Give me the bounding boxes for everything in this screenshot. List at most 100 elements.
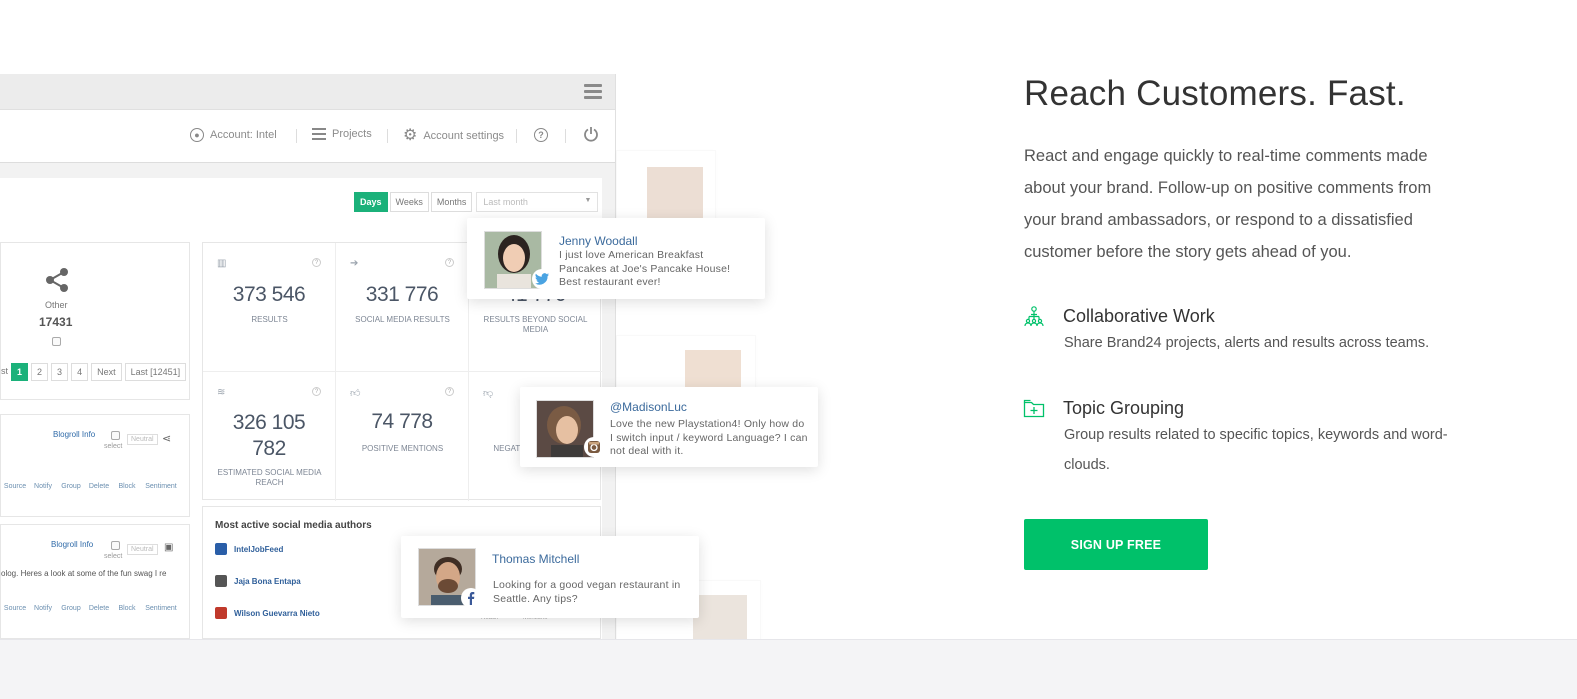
feature-title: Topic Grouping — [1063, 398, 1185, 418]
facebook-icon — [461, 588, 481, 608]
action-delete[interactable]: Delete — [85, 483, 113, 490]
stat-label: ESTIMATED SOCIAL MEDIA REACH — [217, 468, 322, 487]
action-notify[interactable]: Notify — [29, 483, 57, 490]
months-button[interactable]: Months — [430, 192, 473, 212]
stat-value: 326 105 782 — [232, 411, 306, 460]
projects-menu[interactable]: Projects — [312, 128, 372, 140]
date-range-select[interactable]: Last month — [476, 192, 599, 212]
mention-checkbox[interactable] — [111, 541, 120, 550]
share-icon — [46, 268, 68, 292]
author-item[interactable]: Wilson Guevarra Nieto — [215, 607, 320, 619]
action-group[interactable]: Group — [57, 605, 85, 612]
help-icon[interactable]: ? — [445, 387, 454, 396]
page-next[interactable]: Next — [91, 363, 122, 381]
section-title: Reach Customers. Fast. — [1024, 74, 1406, 113]
help-icon[interactable]: ? — [445, 258, 454, 267]
source-checkbox[interactable] — [52, 337, 61, 346]
page-3[interactable]: 3 — [51, 363, 69, 381]
comment-card[interactable]: @MadisonLuc Love the new Playstation4! O… — [520, 387, 818, 467]
authors-title: Most active social media authors — [215, 520, 372, 531]
pagination: st 1 2 3 4 Next Last [12451] — [1, 363, 187, 381]
user-icon: ● — [190, 128, 204, 142]
action-source[interactable]: Source — [1, 605, 29, 612]
stat-social-media-results: ➔ ? 331 776 SOCIAL MEDIA RESULTS — [336, 243, 469, 372]
help-icon[interactable]: ? — [312, 258, 321, 267]
sign-up-button[interactable]: SIGN UP FREE — [1024, 519, 1208, 570]
comment-author[interactable]: Jenny Woodall — [559, 234, 638, 248]
dashboard-nav: ● Account: Intel Projects ⚙ Account sett… — [0, 110, 615, 163]
comment-author[interactable]: Thomas Mitchell — [492, 552, 579, 566]
mention-source-link[interactable]: Blogroll Info — [53, 430, 95, 439]
action-delete[interactable]: Delete — [85, 605, 113, 612]
feature-title: Collaborative Work — [1063, 306, 1215, 326]
hamburger-menu-icon[interactable] — [584, 84, 602, 100]
source-panel: Other 17431 st 1 2 3 4 Next Last [12451] — [0, 242, 190, 400]
twitter-icon — [532, 269, 552, 289]
footer-band — [0, 639, 1577, 699]
days-button[interactable]: Days — [354, 192, 388, 212]
action-sentiment[interactable]: Sentiment — [141, 605, 181, 612]
page-1[interactable]: 1 — [11, 363, 29, 381]
sentiment-select[interactable]: Neutral — [127, 544, 158, 555]
help-icon[interactable]: ? — [312, 387, 321, 396]
feature-description: Group results related to specific topics… — [1064, 427, 1448, 473]
other-source-value: 17431 — [39, 315, 73, 329]
author-name: IntelJobFeed — [234, 544, 284, 554]
page-4[interactable]: 4 — [71, 363, 89, 381]
comment-author[interactable]: @MadisonLuc — [610, 400, 687, 414]
stat-social-reach: ≋ ? 326 105 782 ESTIMATED SOCIAL MEDIA R… — [203, 372, 336, 501]
comment-card[interactable]: Thomas Mitchell Looking for a good vegan… — [401, 536, 699, 618]
thumbs-down-icon: 👎︎ — [483, 388, 494, 399]
author-avatar — [215, 607, 227, 619]
page-last[interactable]: Last [12451] — [124, 363, 187, 381]
sentiment-select[interactable]: Neutral — [127, 434, 158, 445]
stat-label: SOCIAL MEDIA RESULTS — [355, 315, 450, 324]
account-settings-menu[interactable]: ⚙ Account settings — [403, 128, 504, 144]
comment-text: I just love American Breakfast Pancakes … — [559, 249, 731, 288]
mention-actions: Source Notify Group Delete Block Sentime… — [1, 483, 181, 490]
help-icon: ? — [534, 128, 548, 142]
list-icon — [312, 128, 326, 140]
mention-source-link[interactable]: Blogroll Info — [51, 540, 93, 549]
login-icon: ➔ — [350, 258, 359, 269]
mention-row: Blogroll Info select Neutral ⋖ Source No… — [0, 414, 190, 517]
page-2[interactable]: 2 — [31, 363, 49, 381]
author-avatar — [215, 543, 227, 555]
action-block[interactable]: Block — [113, 605, 141, 612]
stat-label: RESULTS BEYOND SOCIAL MEDIA — [483, 315, 588, 334]
author-name: Wilson Guevarra Nieto — [234, 608, 320, 618]
stat-value: 373 546 — [232, 283, 306, 306]
avatar — [647, 167, 703, 223]
bar-chart-icon: ▥ — [217, 258, 227, 269]
feed-card — [616, 335, 756, 394]
action-sentiment[interactable]: Sentiment — [141, 483, 181, 490]
help-button[interactable]: ? — [534, 128, 548, 142]
feature-description: Share Brand24 projects, alerts and resul… — [1064, 335, 1430, 351]
power-icon — [584, 127, 598, 142]
action-notify[interactable]: Notify — [29, 605, 57, 612]
logout-button[interactable] — [583, 126, 599, 142]
action-group[interactable]: Group — [57, 483, 85, 490]
thumbs-up-icon: 👍︎ — [350, 388, 361, 399]
stat-label: POSITIVE MENTIONS — [361, 444, 444, 453]
team-icon — [1024, 306, 1044, 327]
weeks-button[interactable]: Weeks — [389, 192, 429, 212]
feed-card — [616, 150, 716, 223]
account-settings-label: Account settings — [423, 130, 505, 142]
page-first[interactable]: st — [1, 363, 9, 381]
select-label: select — [104, 553, 123, 560]
dashboard-topbar — [0, 74, 615, 110]
mention-checkbox[interactable] — [111, 431, 120, 440]
share-icon[interactable]: ⋖ — [162, 432, 171, 445]
stat-value: 331 776 — [365, 283, 439, 306]
action-source[interactable]: Source — [1, 483, 29, 490]
stat-value: 74 778 — [371, 410, 433, 433]
page: ● Account: Intel Projects ⚙ Account sett… — [0, 0, 1577, 699]
comment-card[interactable]: Jenny Woodall I just love American Break… — [467, 218, 765, 299]
author-item[interactable]: IntelJobFeed — [215, 543, 283, 555]
action-block[interactable]: Block — [113, 483, 141, 490]
avatar — [693, 595, 747, 641]
author-item[interactable]: Jaja Bona Entapa — [215, 575, 301, 587]
select-label: select — [104, 443, 123, 450]
account-menu[interactable]: ● Account: Intel — [190, 128, 277, 142]
